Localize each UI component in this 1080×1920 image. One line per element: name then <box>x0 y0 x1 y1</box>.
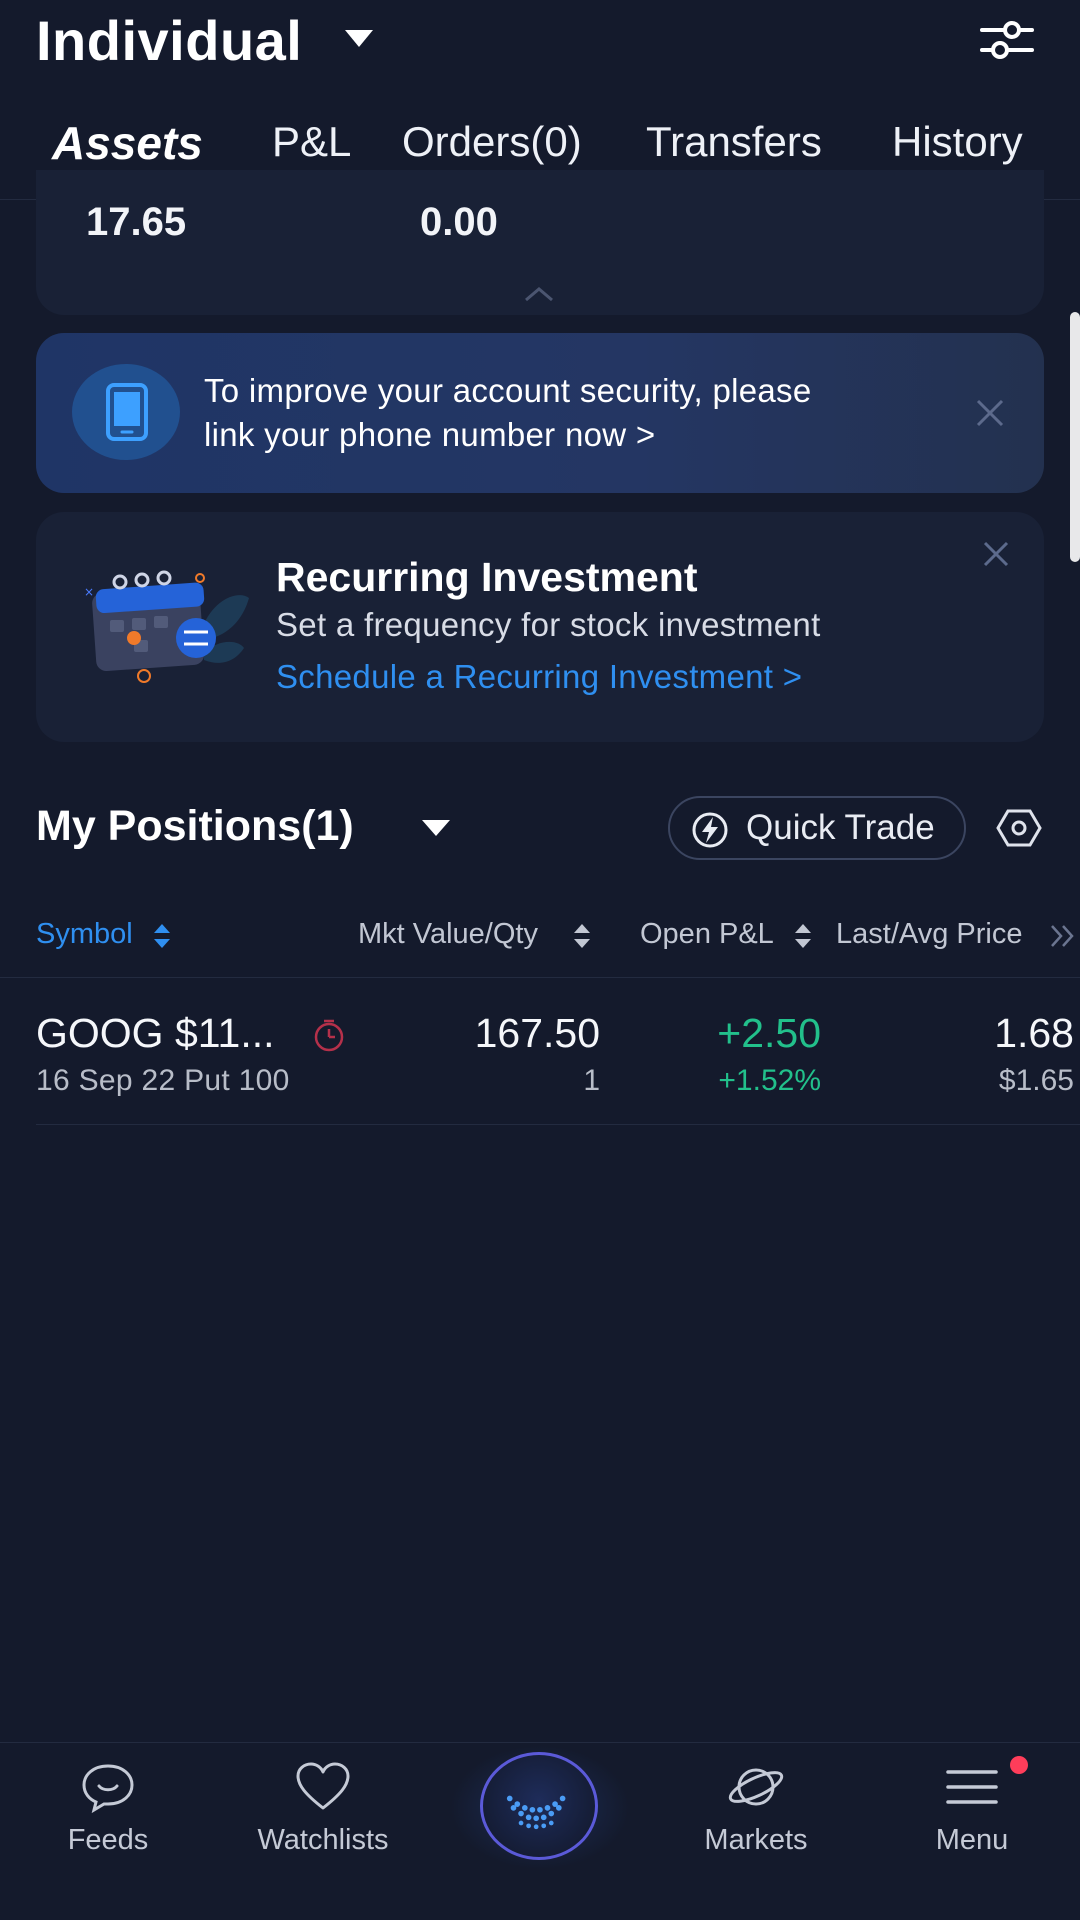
scrollbar[interactable] <box>1070 312 1080 562</box>
position-avg-price: $1.65 <box>998 1064 1074 1097</box>
home-logo-icon <box>506 1795 566 1830</box>
nav-feeds-label: Feeds <box>67 1824 149 1856</box>
svg-text:×: × <box>84 585 94 599</box>
chat-bubble-icon <box>82 1764 134 1814</box>
clock-icon <box>314 1019 344 1052</box>
account-dropdown-caret-icon[interactable] <box>345 30 373 47</box>
filter-settings-icon[interactable] <box>980 18 1034 62</box>
nav-watchlists[interactable]: Watchlists <box>223 1760 423 1857</box>
quick-trade-label: Quick Trade <box>746 808 935 847</box>
chevron-up-icon[interactable] <box>524 286 554 302</box>
summary-value-2: 0.00 <box>420 200 498 244</box>
double-chevron-right-icon[interactable] <box>1048 922 1078 950</box>
summary-value-1: 17.65 <box>86 200 187 244</box>
recurring-title: Recurring Investment <box>276 554 698 600</box>
phone-icon <box>106 383 148 441</box>
nav-menu[interactable]: Menu <box>872 1760 1072 1857</box>
position-quantity: 1 <box>583 1064 600 1097</box>
schedule-recurring-link[interactable]: Schedule a Recurring Investment > <box>276 658 802 696</box>
hamburger-menu-icon <box>946 1770 998 1804</box>
position-market-value: 167.50 <box>474 1010 600 1056</box>
security-banner-link[interactable]: link your phone number now > <box>204 416 655 454</box>
column-header-mkt-value[interactable]: Mkt Value/Qty <box>358 918 538 951</box>
tab-transfers[interactable]: Transfers <box>646 118 822 166</box>
tab-orders[interactable]: Orders(0) <box>402 118 582 166</box>
sort-icon[interactable] <box>793 922 813 950</box>
heart-icon <box>296 1762 350 1810</box>
home-logo-button[interactable] <box>480 1752 598 1860</box>
tab-assets[interactable]: Assets <box>52 116 203 170</box>
close-icon[interactable] <box>975 398 1005 428</box>
column-header-last-avg-price[interactable]: Last/Avg Price <box>836 918 1022 951</box>
tab-pnl[interactable]: P&L <box>272 118 351 166</box>
positions-dropdown-caret-icon[interactable] <box>422 820 450 836</box>
sort-icon[interactable] <box>152 922 172 950</box>
planet-icon <box>728 1768 784 1806</box>
position-last-price: 1.68 <box>994 1010 1074 1056</box>
close-icon[interactable] <box>982 540 1010 568</box>
sort-icon[interactable] <box>572 922 592 950</box>
nav-menu-label: Menu <box>935 1824 1009 1856</box>
position-contract: 16 Sep 22 Put 100 <box>36 1064 290 1097</box>
divider <box>36 1124 1080 1125</box>
position-open-pnl: +2.50 <box>717 1010 821 1056</box>
recurring-subtitle: Set a frequency for stock investment <box>276 606 821 643</box>
nav-feeds[interactable]: Feeds <box>8 1760 208 1857</box>
account-selector[interactable]: Individual <box>36 8 302 73</box>
security-banner[interactable] <box>36 333 1044 493</box>
positions-title[interactable]: My Positions(1) <box>36 802 354 851</box>
tab-history[interactable]: History <box>892 118 1023 166</box>
nav-markets[interactable]: Markets <box>656 1760 856 1857</box>
nav-watchlists-label: Watchlists <box>257 1824 389 1856</box>
column-header-symbol[interactable]: Symbol <box>36 918 133 951</box>
lightning-icon <box>692 812 728 848</box>
nav-markets-label: Markets <box>704 1824 808 1856</box>
settings-hexagon-icon[interactable] <box>996 808 1042 848</box>
divider <box>0 977 1080 978</box>
position-open-pnl-percent: +1.52% <box>718 1064 821 1097</box>
column-header-open-pnl[interactable]: Open P&L <box>640 918 774 951</box>
calendar-illustration-icon: × <box>84 570 249 683</box>
security-banner-text-line1: To improve your account security, please <box>204 372 812 409</box>
notification-dot <box>1010 1756 1028 1774</box>
position-symbol: GOOG $11... <box>36 1010 275 1056</box>
